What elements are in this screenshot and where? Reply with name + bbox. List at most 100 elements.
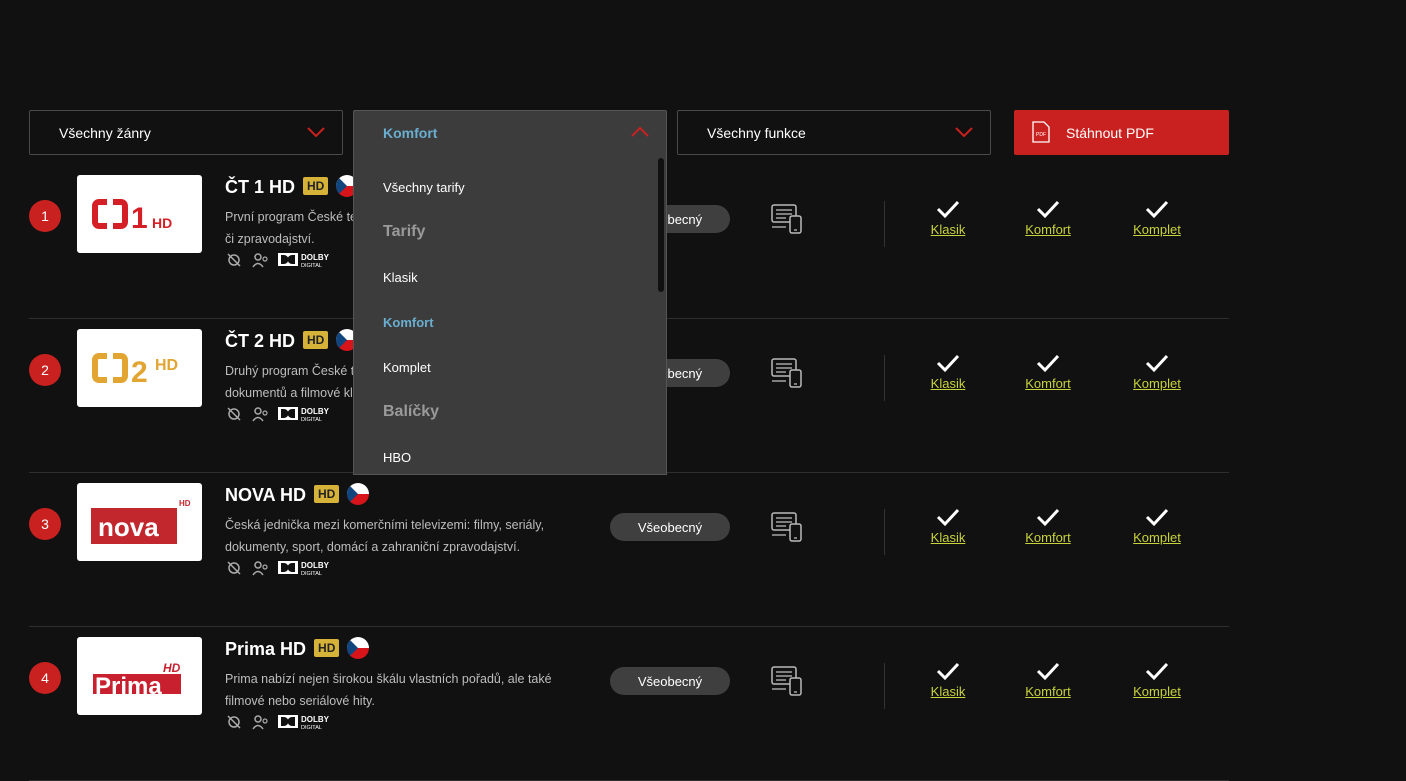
dropdown-option-klasik[interactable]: Klasik (383, 270, 418, 285)
channel-name-text: NOVA HD (225, 485, 306, 505)
dropdown-group-header: Tarify (383, 223, 426, 240)
checkmark-icon (936, 662, 960, 681)
tariff-link-komfort[interactable]: Komfort (1025, 376, 1071, 391)
chevron-up-icon (631, 126, 649, 137)
genre-pill: Všeobecný (610, 667, 730, 695)
tariff-link-komplet[interactable]: Komplet (1133, 530, 1181, 545)
tariff-link-klasik[interactable]: Klasik (931, 530, 966, 545)
dolby-digital-icon: DOLBY DIGITAL (278, 407, 330, 423)
features-filter-select[interactable]: Všechny funkce (677, 110, 991, 155)
checkmark-icon (1145, 354, 1169, 373)
pdf-file-icon: PDF (1032, 121, 1050, 143)
no-audio-description-icon (227, 561, 241, 575)
channel-row: 4 Prima HD Prima HD HD Prima nabízí nejen … (29, 627, 1229, 781)
tariff-availability-komplet: Komplet (1117, 661, 1197, 701)
channel-name[interactable]: ČT 1 HD HD (225, 175, 359, 198)
dropdown-option-hbo[interactable]: HBO (383, 450, 411, 465)
ct-logo-brackets (91, 353, 128, 383)
tariff-availability-komfort: Komfort (1008, 507, 1088, 547)
channel-description: Česká jednička mezi komerčními televizem… (225, 518, 545, 554)
channel-name-text: Prima HD (225, 639, 307, 659)
divider (884, 509, 885, 555)
divider (884, 355, 885, 401)
tariff-availability-komplet: Komplet (1117, 199, 1197, 239)
tariff-filter-value: Komfort (383, 124, 438, 141)
dolby-digital-icon: DOLBY DIGITAL (278, 253, 330, 269)
tariff-link-klasik[interactable]: Klasik (931, 684, 966, 699)
channel-number: 2 (29, 354, 61, 386)
genre-filter-value: Všechny žánry (59, 124, 151, 141)
channel-features: DOLBY DIGITAL (225, 405, 339, 423)
checkmark-icon (1036, 508, 1060, 527)
logo-number: 2 (131, 356, 148, 389)
divider (884, 201, 885, 247)
checkmark-icon (1036, 354, 1060, 373)
tariff-link-komfort[interactable]: Komfort (1025, 530, 1071, 545)
channel-logo: 2 HD (77, 329, 202, 407)
genre-filter-select[interactable]: Všechny žánry (29, 110, 343, 155)
ct-logo-brackets (91, 199, 128, 229)
tariff-link-komplet[interactable]: Komplet (1133, 222, 1181, 237)
tariff-availability-komplet: Komplet (1117, 507, 1197, 547)
tariff-link-klasik[interactable]: Klasik (931, 222, 966, 237)
multiscreen-devices-icon (771, 512, 802, 542)
sign-language-icon (252, 715, 268, 730)
channel-logo: Prima HD (77, 637, 202, 715)
sign-language-icon (252, 407, 268, 422)
multiscreen-devices-icon (771, 204, 802, 234)
tariff-link-komplet[interactable]: Komplet (1133, 376, 1181, 391)
tariff-availability-komplet: Komplet (1117, 353, 1197, 393)
svg-text:DOLBY: DOLBY (301, 715, 330, 724)
tariff-availability-klasik: Klasik (908, 661, 988, 701)
channel-features: DOLBY DIGITAL (225, 713, 339, 731)
multiscreen-devices-icon (771, 358, 802, 388)
channel-logo-graphic: PrimaHD (92, 661, 181, 700)
channel-name[interactable]: NOVA HD HD (225, 483, 370, 506)
dropdown-option-komplet[interactable]: Komplet (383, 360, 431, 375)
tariff-link-komplet[interactable]: Komplet (1133, 684, 1181, 699)
channel-name[interactable]: ČT 2 HD HD (225, 329, 359, 352)
svg-text:DOLBY: DOLBY (301, 561, 330, 570)
no-audio-description-icon (227, 407, 241, 421)
tariff-dropdown-menu[interactable]: Všechny tarify Tarify Klasik Komfort Komplet… (353, 154, 667, 475)
czech-flag-icon (347, 483, 370, 505)
dropdown-option-všechny-tarify[interactable]: Všechny tarify (383, 180, 465, 195)
checkmark-icon (936, 354, 960, 373)
tariff-filter-select[interactable]: Komfort (353, 110, 667, 155)
tariff-link-komfort[interactable]: Komfort (1025, 684, 1071, 699)
hd-badge: HD (314, 485, 340, 503)
channel-logo: nova HD (77, 483, 202, 561)
tariff-availability-komfort: Komfort (1008, 661, 1088, 701)
dolby-digital-icon: DOLBY DIGITAL (278, 715, 330, 731)
no-audio-description-icon (227, 715, 241, 729)
channel-number: 1 (29, 200, 61, 232)
tariff-link-klasik[interactable]: Klasik (931, 376, 966, 391)
genre-pill: Všeobecný (610, 513, 730, 541)
dropdown-scrollbar[interactable] (658, 158, 664, 292)
checkmark-icon (936, 200, 960, 219)
channel-logo-graphic: nova HD (90, 499, 191, 544)
sign-language-icon (252, 561, 268, 576)
tariff-availability-komfort: Komfort (1008, 353, 1088, 393)
channel-name-text: ČT 2 HD (225, 331, 296, 351)
channel-name[interactable]: Prima HD HD (225, 637, 370, 660)
logo-hd: HD (152, 215, 172, 231)
no-audio-description-icon (227, 253, 241, 267)
hd-badge: HD (314, 639, 340, 657)
svg-text:DIGITAL: DIGITAL (301, 417, 322, 423)
svg-text:DIGITAL: DIGITAL (301, 263, 322, 269)
logo-hd: HD (179, 499, 191, 508)
dropdown-option-komfort[interactable]: Komfort (383, 315, 434, 330)
download-pdf-button[interactable]: PDF Stáhnout PDF (1014, 110, 1229, 155)
hd-badge: HD (303, 331, 329, 349)
download-pdf-label: Stáhnout PDF (1066, 124, 1154, 141)
logo-number: 1 (131, 202, 148, 235)
channel-number: 4 (29, 662, 61, 694)
channel-features: DOLBY DIGITAL (225, 251, 339, 269)
tariff-availability-klasik: Klasik (908, 507, 988, 547)
tariff-link-komfort[interactable]: Komfort (1025, 222, 1071, 237)
multiscreen-devices-icon (771, 666, 802, 696)
hd-badge: HD (303, 177, 329, 195)
checkmark-icon (936, 508, 960, 527)
chevron-down-icon (307, 127, 325, 138)
